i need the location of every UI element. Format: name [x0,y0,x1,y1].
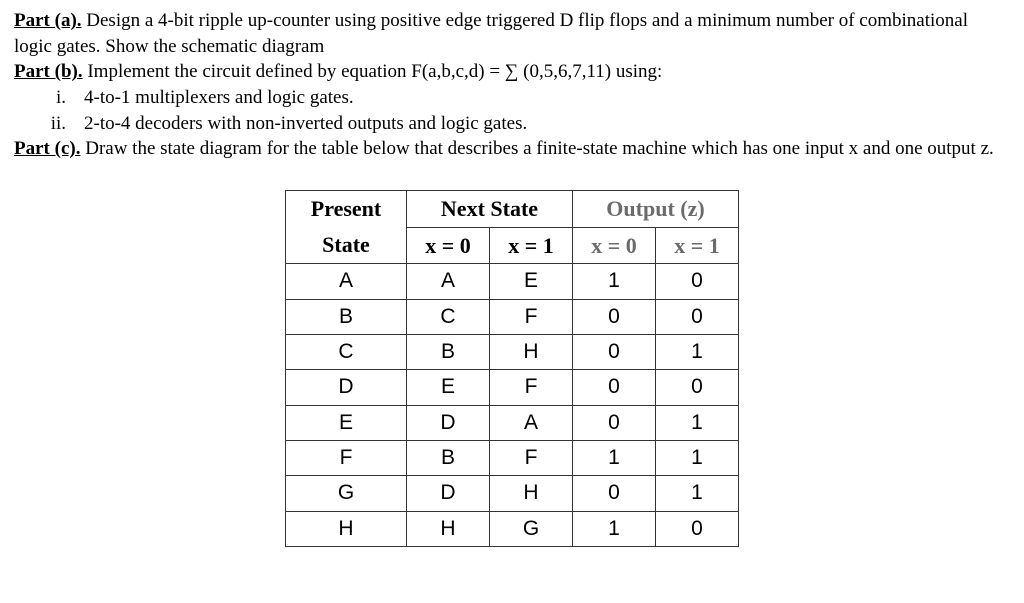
table-row: HHG10 [286,511,739,546]
table-row: EDA01 [286,405,739,440]
part-a-text: Design a 4-bit ripple up-counter using p… [14,10,968,57]
table-cell: A [407,264,490,299]
table-row: FBF11 [286,440,739,475]
hdr-next-x0: x = 0 [407,227,490,264]
part-b-item-1-num: i. [38,85,66,111]
table-cell: F [286,440,407,475]
table-cell: 0 [656,511,739,546]
table-cell: F [490,370,573,405]
table-cell: 1 [573,264,656,299]
table-cell: D [286,370,407,405]
part-b-item-2: ii. 2-to-4 decoders with non-inverted out… [38,111,1010,137]
table-cell: B [407,334,490,369]
table-row: GDH01 [286,476,739,511]
table-row: BCF00 [286,299,739,334]
part-b: Part (b). Implement the circuit defined … [14,59,1010,85]
table-cell: E [407,370,490,405]
hdr-out-x0: x = 0 [573,227,656,264]
part-b-item-2-num: ii. [38,111,66,137]
hdr-out-x1: x = 1 [656,227,739,264]
table-cell: H [490,476,573,511]
part-b-text: Implement the circuit defined by equatio… [83,61,663,82]
state-table-container: Present Next State Output (z) State x = … [14,190,1010,547]
part-b-item-1-text: 4-to-1 multiplexers and logic gates. [84,87,354,108]
table-cell: 0 [573,405,656,440]
table-cell: H [286,511,407,546]
table-cell: 0 [656,264,739,299]
table-cell: A [286,264,407,299]
table-cell: E [490,264,573,299]
table-cell: B [407,440,490,475]
part-c: Part (c). Draw the state diagram for the… [14,136,1010,162]
table-cell: 0 [573,370,656,405]
table-cell: F [490,299,573,334]
table-row: DEF00 [286,370,739,405]
table-cell: C [286,334,407,369]
table-cell: A [490,405,573,440]
table-cell: C [407,299,490,334]
table-cell: H [490,334,573,369]
table-cell: G [490,511,573,546]
table-cell: 1 [656,405,739,440]
part-b-item-1: i. 4-to-1 multiplexers and logic gates. [38,85,1010,111]
part-c-text: Draw the state diagram for the table bel… [80,138,993,159]
table-cell: 1 [573,440,656,475]
state-table: Present Next State Output (z) State x = … [285,190,739,547]
table-cell: 1 [656,476,739,511]
table-cell: G [286,476,407,511]
table-cell: 0 [656,299,739,334]
table-row: CBH01 [286,334,739,369]
table-cell: F [490,440,573,475]
table-cell: 1 [656,334,739,369]
table-cell: 1 [656,440,739,475]
hdr-next-x1: x = 1 [490,227,573,264]
hdr-output: Output (z) [573,190,739,227]
hdr-present-bot: State [286,227,407,264]
table-cell: 0 [573,299,656,334]
table-cell: 0 [656,370,739,405]
hdr-present-top: Present [286,190,407,227]
part-c-label: Part (c). [14,138,80,159]
table-cell: H [407,511,490,546]
table-cell: D [407,405,490,440]
table-cell: 0 [573,476,656,511]
part-a-label: Part (a). [14,10,82,31]
part-a: Part (a). Design a 4-bit ripple up-count… [14,8,1010,59]
table-cell: 1 [573,511,656,546]
part-b-items: i. 4-to-1 multiplexers and logic gates. i… [14,85,1010,136]
hdr-next: Next State [407,190,573,227]
table-cell: E [286,405,407,440]
part-b-label: Part (b). [14,61,83,82]
table-cell: D [407,476,490,511]
part-b-item-2-text: 2-to-4 decoders with non-inverted output… [84,113,527,134]
table-cell: B [286,299,407,334]
table-cell: 0 [573,334,656,369]
table-row: AAE10 [286,264,739,299]
table-body: AAE10BCF00CBH01DEF00EDA01FBF11GDH01HHG10 [286,264,739,547]
